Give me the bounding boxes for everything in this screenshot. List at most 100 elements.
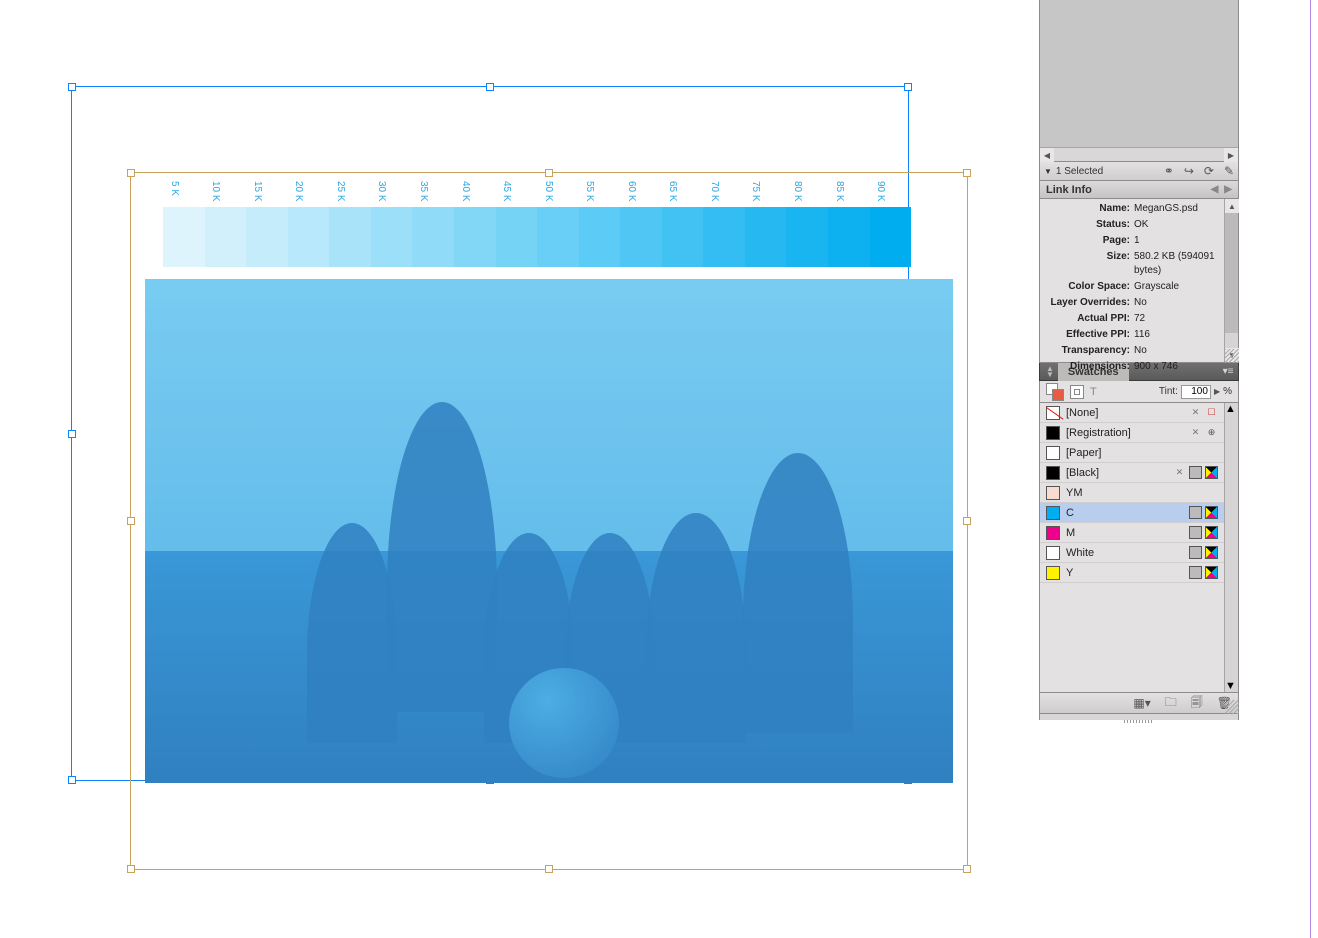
formatting-text-icon[interactable]: T — [1090, 386, 1097, 398]
tint-step-bar — [163, 207, 911, 267]
link-info-label: Actual PPI: — [1048, 312, 1134, 326]
swatch-type-icons — [1189, 506, 1218, 519]
tint-step-label: 10 K — [210, 181, 221, 202]
link-info-label: Status: — [1048, 218, 1134, 232]
scroll-left-icon[interactable]: ◀ — [1040, 148, 1054, 162]
link-info-label: Size: — [1048, 250, 1134, 278]
swatch-row[interactable]: [None] ✕☐ — [1040, 403, 1224, 423]
tint-input[interactable] — [1181, 385, 1211, 399]
process-color-icon — [1189, 466, 1202, 479]
tint-step-label: 70 K — [709, 181, 720, 202]
swatch-row[interactable]: White — [1040, 543, 1224, 563]
link-info-label: Transparency: — [1048, 344, 1134, 358]
swatch-color-chip — [1046, 446, 1060, 460]
link-info-row: Transparency:No — [1040, 343, 1224, 359]
scroll-up-icon[interactable]: ▲ — [1225, 403, 1238, 415]
swatch-name: [Paper] — [1066, 447, 1212, 459]
link-info-header[interactable]: Link Info ◀ ▶ — [1039, 181, 1239, 199]
swatch-name: YM — [1066, 487, 1212, 499]
tint-step-label: 40 K — [460, 181, 471, 202]
relink-icon[interactable]: ⚭ — [1164, 164, 1174, 178]
swatch-type-icons — [1189, 546, 1218, 559]
swatch-row[interactable]: YM — [1040, 483, 1224, 503]
prev-link-icon[interactable]: ◀ — [1211, 184, 1219, 195]
swatches-scrollbar[interactable]: ▲ ▼ — [1224, 403, 1238, 692]
tint-step-label: 5 K — [169, 181, 180, 196]
swatch-row[interactable]: Y — [1040, 563, 1224, 583]
tint-step-label: 15 K — [252, 181, 263, 202]
link-info-row: Name:MeganGS.psd — [1040, 201, 1224, 217]
links-preview-scrollbar[interactable]: ◀ ▶ — [1040, 147, 1238, 161]
swatch-color-chip — [1046, 466, 1060, 480]
process-color-icon — [1189, 546, 1202, 559]
link-info-row: Status:OK — [1040, 217, 1224, 233]
swatch-color-chip — [1046, 566, 1060, 580]
swatch-color-chip — [1046, 426, 1060, 440]
link-info-label: Page: — [1048, 234, 1134, 248]
link-info-value: No — [1134, 296, 1216, 310]
swatch-row[interactable]: M — [1040, 523, 1224, 543]
link-info-row: Page:1 — [1040, 233, 1224, 249]
registration-icon: ⊕ — [1205, 426, 1218, 439]
noedit-icon: ✕ — [1189, 426, 1202, 439]
panel-drag-grip[interactable] — [1039, 714, 1239, 720]
update-link-icon[interactable]: ⟳ — [1204, 164, 1214, 178]
resize-grip-icon[interactable] — [1225, 349, 1239, 363]
go-to-link-icon[interactable]: ↪ — [1184, 164, 1194, 178]
swatches-list[interactable]: [None]✕☐[Registration]✕⊕[Paper][Black]✕Y… — [1039, 403, 1239, 693]
link-info-value: MeganGS.psd — [1134, 202, 1216, 216]
link-info-value: OK — [1134, 218, 1216, 232]
tint-step-label: 80 K — [792, 181, 803, 202]
swatch-name: Y — [1066, 567, 1183, 579]
swatch-name: White — [1066, 547, 1183, 559]
swatch-type-icons — [1189, 526, 1218, 539]
document-canvas[interactable]: 5 K10 K15 K20 K25 K30 K35 K40 K45 K50 K5… — [0, 0, 1030, 938]
cmyk-icon — [1205, 526, 1218, 539]
new-group-icon[interactable]: 🗀 — [1165, 693, 1177, 714]
panel-column: ◀ ▶ ▼ 1 Selected ⚭ ↪ ⟳ ✎ Link Info ◀ ▶ N… — [1039, 0, 1239, 720]
link-info-value: 116 — [1134, 328, 1216, 342]
tint-step-label: 85 K — [834, 181, 845, 202]
swatch-type-icons: ✕☐ — [1189, 406, 1218, 419]
links-preview-area[interactable]: ◀ ▶ — [1039, 0, 1239, 162]
link-info-panel: Name:MeganGS.psdStatus:OKPage:1Size:580.… — [1039, 199, 1239, 363]
tint-step-label: 35 K — [418, 181, 429, 202]
scroll-up-icon[interactable]: ▲ — [1225, 199, 1239, 213]
swatch-name: [Black] — [1066, 467, 1167, 479]
swatch-color-chip — [1046, 406, 1060, 420]
swatch-type-icons: ✕⊕ — [1189, 426, 1218, 439]
swatch-row[interactable]: C — [1040, 503, 1224, 523]
edit-original-icon[interactable]: ✎ — [1224, 164, 1234, 178]
swatch-row[interactable]: [Paper] — [1040, 443, 1224, 463]
noedit-icon: ✕ — [1189, 406, 1202, 419]
fill-stroke-proxy-icon[interactable] — [1046, 383, 1064, 401]
tint-step-label: 50 K — [543, 181, 554, 202]
link-info-label: Dimensions: — [1048, 360, 1134, 374]
tint-unit: % — [1223, 386, 1232, 397]
new-swatch-icon[interactable]: 🗐 — [1191, 693, 1203, 714]
cmyk-icon — [1205, 506, 1218, 519]
resize-grip-icon[interactable] — [1225, 700, 1239, 714]
swatch-row[interactable]: [Black]✕ — [1040, 463, 1224, 483]
tint-step-label: 45 K — [501, 181, 512, 202]
process-color-icon — [1189, 566, 1202, 579]
tint-slider-flyout-icon[interactable]: ▶ — [1214, 387, 1220, 396]
disclosure-triangle-icon[interactable]: ▼ — [1044, 167, 1052, 176]
swatches-footer: ▦▾ 🗀 🗐 🗑 — [1039, 693, 1239, 714]
formatting-container-icon[interactable] — [1070, 385, 1084, 399]
tint-bar-text-frame[interactable]: 5 K10 K15 K20 K25 K30 K35 K40 K45 K50 K5… — [130, 172, 968, 870]
scroll-right-icon[interactable]: ▶ — [1224, 148, 1238, 162]
links-status-bar: ▼ 1 Selected ⚭ ↪ ⟳ ✎ — [1039, 162, 1239, 181]
swatch-color-chip — [1046, 526, 1060, 540]
swatch-row[interactable]: [Registration]✕⊕ — [1040, 423, 1224, 443]
link-info-label: Name: — [1048, 202, 1134, 216]
none-icon: ☐ — [1205, 406, 1218, 419]
next-link-icon[interactable]: ▶ — [1224, 184, 1232, 195]
placed-image — [145, 279, 953, 783]
scroll-down-icon[interactable]: ▼ — [1225, 680, 1236, 692]
swatch-name: [None] — [1066, 407, 1183, 419]
show-options-icon[interactable]: ▦▾ — [1133, 696, 1150, 710]
link-info-scrollbar[interactable]: ▲ ▼ — [1224, 199, 1238, 362]
link-info-row: Layer Overrides:No — [1040, 295, 1224, 311]
link-info-label: Color Space: — [1048, 280, 1134, 294]
